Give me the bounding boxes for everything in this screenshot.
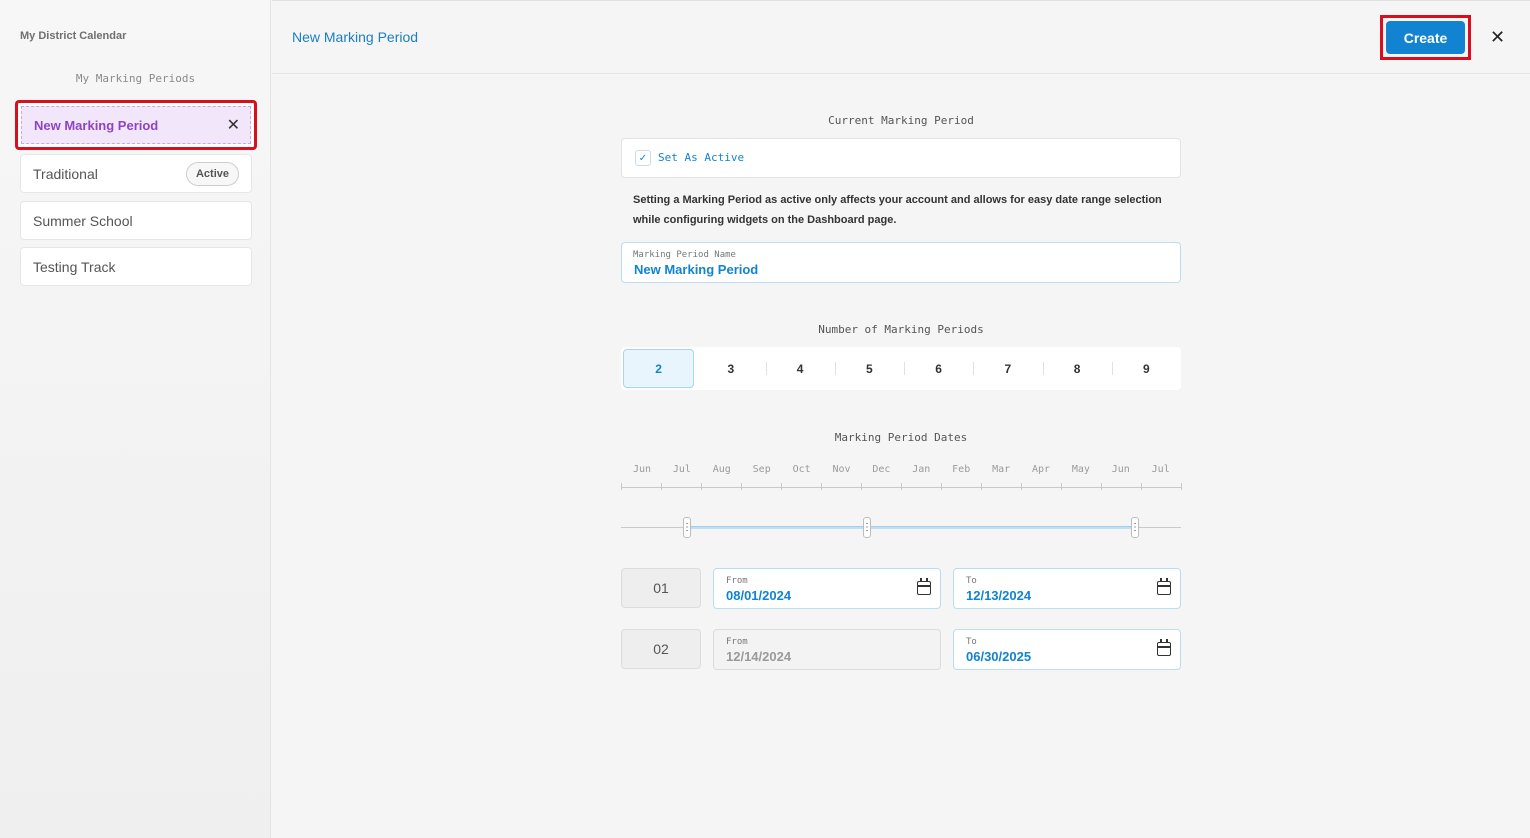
timeline-month-label: Jun <box>1111 464 1130 475</box>
timeline-tick <box>1141 483 1142 490</box>
timeline-tick <box>1181 483 1182 490</box>
range-handle-start[interactable]: ⋮ <box>682 517 692 538</box>
from-date-value[interactable]: 08/01/2024 <box>726 588 791 603</box>
to-date-value[interactable]: 12/13/2024 <box>966 588 1031 603</box>
current-marking-period-label: Current Marking Period <box>828 114 974 127</box>
timeline-month-label: Sep <box>752 464 771 475</box>
timeline-month-label: Jan <box>912 464 931 475</box>
create-button-highlight: Create <box>1380 15 1471 60</box>
set-active-checkbox[interactable]: ✓ <box>635 150 651 166</box>
timeline-tick <box>661 483 662 490</box>
timeline-month-label: Dec <box>872 464 891 475</box>
sidebar-item-new-marking-period[interactable]: New Marking Period ✕ <box>15 100 257 150</box>
status-badge: Active <box>185 161 239 186</box>
timeline-month-label: May <box>1071 464 1090 475</box>
number-option-5[interactable]: 5 <box>834 347 904 390</box>
timeline-month-label: Nov <box>832 464 851 475</box>
timeline-tick <box>1061 483 1062 490</box>
sidebar-item-testing-track[interactable]: Testing Track <box>20 247 252 286</box>
sidebar-item-label: Traditional <box>33 165 98 182</box>
set-active-label[interactable]: Set As Active <box>658 151 744 164</box>
create-button[interactable]: Create <box>1386 21 1465 54</box>
number-option-4[interactable]: 4 <box>765 347 835 390</box>
field-label: From <box>726 637 748 647</box>
timeline-month-label: Oct <box>792 464 811 475</box>
sidebar-item-label: Summer School <box>33 212 133 229</box>
timeline-tick <box>701 483 702 490</box>
number-option-6[interactable]: 6 <box>904 347 973 390</box>
number-option-8[interactable]: 8 <box>1042 347 1112 390</box>
timeline-month-label: Feb <box>952 464 971 475</box>
timeline-month-label: Apr <box>1031 464 1051 475</box>
sidebar-item-traditional[interactable]: Traditional Active <box>20 154 252 193</box>
number-option-2[interactable]: 2 <box>623 349 695 388</box>
sidebar-item-label: New Marking Period <box>34 117 159 133</box>
sidebar-item-summer-school[interactable]: Summer School <box>20 201 252 240</box>
to-date-field[interactable]: To 12/13/2024 <box>953 568 1181 609</box>
sidebar-item-label: Testing Track <box>33 258 116 275</box>
calendar-icon[interactable] <box>1157 639 1171 656</box>
timeline-tick <box>821 483 822 490</box>
header: New Marking Period Create ✕ <box>272 0 1530 74</box>
sidebar-subtitle: My Marking Periods <box>75 72 196 85</box>
close-icon[interactable]: ✕ <box>1490 27 1505 48</box>
sidebar-title: My District Calendar <box>20 30 127 42</box>
active-note: Setting a Marking Period as active only … <box>633 194 1162 226</box>
from-date-field: From 12/14/2024 <box>713 629 941 670</box>
number-option-3[interactable]: 3 <box>696 347 765 390</box>
marking-period-name-field[interactable]: Marking Period Name New Marking Period <box>621 242 1181 283</box>
calendar-icon[interactable] <box>917 578 931 595</box>
number-option-9[interactable]: 9 <box>1111 347 1181 390</box>
timeline-tick <box>941 483 942 490</box>
close-icon[interactable]: ✕ <box>227 115 240 135</box>
number-selector: 2 3 4 5 6 7 8 9 <box>621 347 1181 390</box>
field-label: Marking Period Name <box>633 250 736 260</box>
period-number: 01 <box>621 568 701 608</box>
timeline-month-label: Jul <box>672 464 691 475</box>
timeline-month-label: Jun <box>632 464 652 475</box>
period-number: 02 <box>621 629 701 669</box>
range-handle-end[interactable]: ⋮ <box>1130 517 1140 538</box>
timeline-tick <box>781 483 782 490</box>
range-handle-middle[interactable]: ⋮ <box>862 517 872 538</box>
to-date-field[interactable]: To 06/30/2025 <box>953 629 1181 670</box>
sidebar: My District Calendar My Marking Periods … <box>0 0 271 838</box>
timeline-tick <box>901 483 902 490</box>
calendar-icon[interactable] <box>1157 578 1171 595</box>
range-slider-selection <box>687 526 1135 529</box>
timeline-tick <box>1101 483 1102 490</box>
marking-period-dates-label: Marking Period Dates <box>834 431 968 444</box>
to-date-value[interactable]: 06/30/2025 <box>966 649 1031 664</box>
timeline-tick <box>1021 483 1022 490</box>
marking-period-name-input[interactable]: New Marking Period <box>634 262 758 277</box>
number-of-periods-label: Number of Marking Periods <box>818 323 984 336</box>
field-label: To <box>966 637 977 647</box>
timeline-month-label: Jul <box>1151 464 1170 475</box>
set-active-box: ✓ Set As Active <box>621 138 1181 178</box>
timeline-tick <box>621 483 622 490</box>
timeline-tick <box>741 483 742 490</box>
timeline-month-label: Aug <box>712 464 731 475</box>
timeline-month-label: Mar <box>992 464 1011 475</box>
number-option-7[interactable]: 7 <box>973 347 1042 390</box>
field-label: From <box>726 576 748 586</box>
from-date-value: 12/14/2024 <box>726 649 792 664</box>
from-date-field[interactable]: From 08/01/2024 <box>713 568 941 609</box>
field-label: To <box>966 576 977 586</box>
page-title: New Marking Period <box>292 29 419 45</box>
timeline-tick <box>861 483 862 490</box>
timeline-tick <box>981 483 982 490</box>
